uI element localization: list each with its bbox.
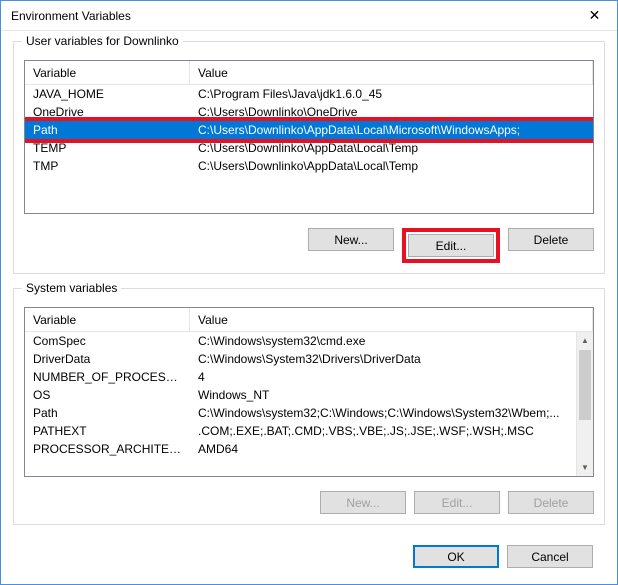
list-body: JAVA_HOMEC:\Program Files\Java\jdk1.6.0_… (25, 85, 593, 213)
user-delete-button[interactable]: Delete (508, 228, 594, 251)
user-group-legend: User variables for Downlinko (22, 34, 183, 48)
system-variables-group: System variables Variable Value ComSpecC… (13, 288, 605, 525)
cell-value: .COM;.EXE;.BAT;.CMD;.VBS;.VBE;.JS;.JSE;.… (190, 424, 576, 438)
cell-variable: DriverData (25, 352, 190, 366)
table-row[interactable]: DriverDataC:\Windows\System32\Drivers\Dr… (25, 350, 576, 368)
list-header: Variable Value (25, 61, 593, 85)
cell-value: C:\Windows\system32\cmd.exe (190, 334, 576, 348)
table-row[interactable]: PROCESSOR_ARCHITECTUREAMD64 (25, 440, 576, 458)
dialog-content: User variables for Downlinko Variable Va… (1, 31, 617, 584)
user-variables-group: User variables for Downlinko Variable Va… (13, 41, 605, 274)
cell-value: C:\Program Files\Java\jdk1.6.0_45 (190, 87, 593, 101)
cell-variable: JAVA_HOME (25, 87, 190, 101)
titlebar: Environment Variables ✕ (1, 1, 617, 31)
cell-value: 4 (190, 370, 576, 384)
list-header: Variable Value (25, 308, 593, 332)
cell-variable: TMP (25, 159, 190, 173)
cell-variable: PATHEXT (25, 424, 190, 438)
system-group-legend: System variables (22, 281, 121, 295)
scroll-up-icon[interactable]: ▲ (577, 332, 593, 349)
edit-button-highlight: Edit... (402, 228, 500, 263)
cell-variable: PROCESSOR_ARCHITECTURE (25, 442, 190, 456)
column-variable[interactable]: Variable (25, 308, 190, 331)
scroll-thumb[interactable] (579, 350, 591, 420)
system-edit-button: Edit... (414, 491, 500, 514)
window-title: Environment Variables (11, 9, 572, 23)
scrollbar[interactable]: ▲ ▼ (576, 332, 593, 476)
ok-button[interactable]: OK (413, 545, 499, 568)
system-variables-list[interactable]: Variable Value ComSpecC:\Windows\system3… (24, 307, 594, 477)
cell-variable: Path (25, 406, 190, 420)
cell-value: AMD64 (190, 442, 576, 456)
cell-value: C:\Windows\System32\Drivers\DriverData (190, 352, 576, 366)
cell-variable: NUMBER_OF_PROCESSORS (25, 370, 190, 384)
cell-variable: Path (25, 123, 190, 137)
close-icon: ✕ (589, 7, 601, 24)
table-row[interactable]: PATHEXT.COM;.EXE;.BAT;.CMD;.VBS;.VBE;.JS… (25, 422, 576, 440)
column-value[interactable]: Value (190, 61, 593, 84)
env-vars-dialog: Environment Variables ✕ User variables f… (0, 0, 618, 585)
system-new-button: New... (320, 491, 406, 514)
table-row[interactable]: NUMBER_OF_PROCESSORS4 (25, 368, 576, 386)
system-delete-button: Delete (508, 491, 594, 514)
cell-variable: OS (25, 388, 190, 402)
cell-variable: TEMP (25, 141, 190, 155)
table-row[interactable]: PathC:\Users\Downlinko\AppData\Local\Mic… (25, 121, 593, 139)
table-row[interactable]: TMPC:\Users\Downlinko\AppData\Local\Temp (25, 157, 593, 175)
dialog-button-row: OK Cancel (13, 539, 605, 568)
table-row[interactable]: OSWindows_NT (25, 386, 576, 404)
selected-row-highlight: PathC:\Users\Downlinko\AppData\Local\Mic… (25, 117, 593, 143)
table-row[interactable]: JAVA_HOMEC:\Program Files\Java\jdk1.6.0_… (25, 85, 593, 103)
system-button-row: New... Edit... Delete (24, 491, 594, 514)
user-edit-button[interactable]: Edit... (408, 234, 494, 257)
user-variables-list[interactable]: Variable Value JAVA_HOMEC:\Program Files… (24, 60, 594, 214)
close-button[interactable]: ✕ (572, 1, 617, 30)
cell-value: C:\Windows\system32;C:\Windows;C:\Window… (190, 406, 576, 420)
cell-value: Windows_NT (190, 388, 576, 402)
list-body: ComSpecC:\Windows\system32\cmd.exeDriver… (25, 332, 576, 476)
table-row[interactable]: PathC:\Windows\system32;C:\Windows;C:\Wi… (25, 404, 576, 422)
cell-value: C:\Users\Downlinko\AppData\Local\Temp (190, 159, 593, 173)
cell-value: C:\Users\Downlinko\AppData\Local\Temp (190, 141, 593, 155)
user-new-button[interactable]: New... (308, 228, 394, 251)
table-row[interactable]: ComSpecC:\Windows\system32\cmd.exe (25, 332, 576, 350)
user-button-row: New... Edit... Delete (24, 228, 594, 263)
cell-variable: ComSpec (25, 334, 190, 348)
scroll-down-icon[interactable]: ▼ (577, 459, 593, 476)
column-variable[interactable]: Variable (25, 61, 190, 84)
cancel-button[interactable]: Cancel (507, 545, 593, 568)
column-value[interactable]: Value (190, 308, 593, 331)
cell-value: C:\Users\Downlinko\AppData\Local\Microso… (190, 123, 593, 137)
